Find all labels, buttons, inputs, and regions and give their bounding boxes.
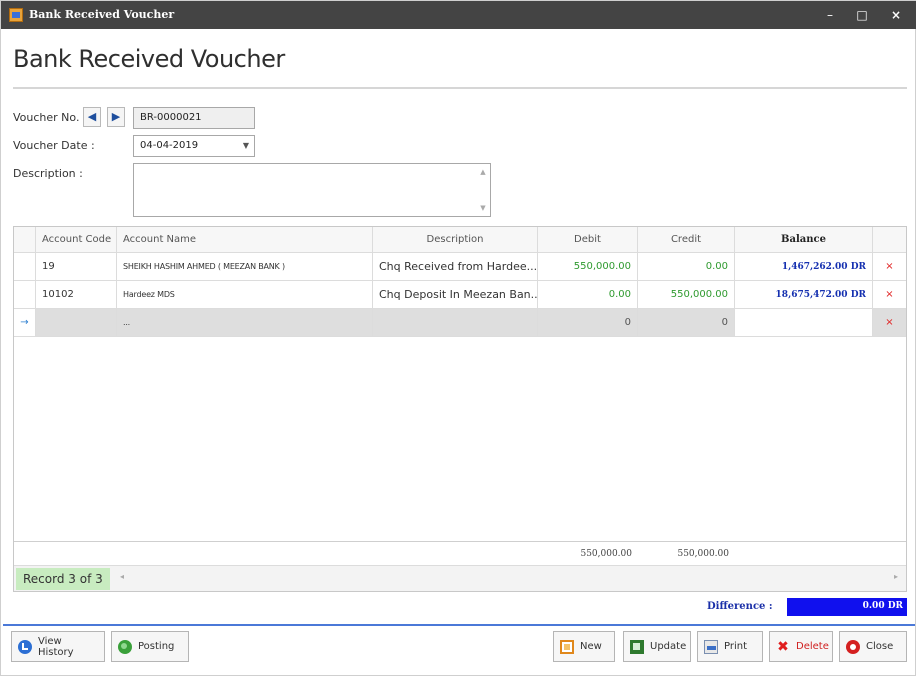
record-counter: Record 3 of 3 [16, 568, 110, 590]
scroll-right-icon[interactable]: ▸ [894, 572, 898, 581]
difference-label: Difference : [707, 601, 773, 612]
voucher-no-field[interactable]: BR-0000021 [133, 107, 255, 129]
balance-cell: 1,467,262.00 DR [735, 253, 873, 280]
column-header-debit[interactable]: Debit [538, 227, 638, 252]
view-history-button[interactable]: View History [11, 631, 105, 662]
scroll-down-icon[interactable]: ▼ [479, 204, 487, 212]
credit-total: 550,000.00 [677, 548, 729, 559]
account-name-cell[interactable]: ... [117, 309, 373, 336]
voucher-grid: Account Code Account Name Description De… [13, 226, 907, 592]
print-button[interactable]: Print [697, 631, 763, 662]
column-header-description[interactable]: Description [373, 227, 538, 252]
description-textarea[interactable]: ▲ ▼ [133, 163, 491, 217]
delete-row-icon[interactable]: × [873, 281, 906, 308]
account-name-cell[interactable]: Hardeez MDS [117, 281, 373, 308]
totals-row: 550,000.00 550,000.00 [14, 541, 906, 565]
column-header-balance[interactable]: Balance [735, 227, 873, 252]
account-code-cell[interactable] [36, 309, 117, 336]
title-bar: Bank Received Voucher – □ × [1, 1, 916, 29]
account-name-cell[interactable]: SHEIKH HASHIM AHMED ( MEEZAN BANK ) [117, 253, 373, 280]
debit-cell[interactable]: 550,000.00 [538, 253, 638, 280]
update-icon [630, 639, 644, 654]
debit-total: 550,000.00 [580, 548, 632, 559]
close-circle-icon [846, 639, 860, 654]
current-row-arrow-icon: → [20, 317, 29, 328]
posting-label: Posting [138, 641, 175, 652]
chevron-down-icon[interactable]: ▼ [243, 141, 249, 150]
credit-cell[interactable]: 0 [638, 309, 735, 336]
debit-cell[interactable]: 0 [538, 309, 638, 336]
posting-button[interactable]: Posting [111, 631, 189, 662]
voucher-date-value: 04-04-2019 [140, 140, 199, 151]
table-row[interactable]: 19 SHEIKH HASHIM AHMED ( MEEZAN BANK ) C… [14, 253, 906, 281]
footer-divider [3, 624, 915, 626]
header-delete-cell [873, 227, 906, 252]
credit-cell[interactable]: 550,000.00 [638, 281, 735, 308]
column-header-credit[interactable]: Credit [638, 227, 735, 252]
update-button[interactable]: Update [623, 631, 691, 662]
scroll-up-icon[interactable]: ▲ [479, 168, 487, 176]
maximize-button[interactable]: □ [851, 5, 873, 25]
description-cell[interactable] [373, 309, 538, 336]
new-label: New [580, 641, 602, 652]
description-cell[interactable]: Chq Deposit In Meezan Ban... [373, 281, 538, 308]
view-history-label: View History [38, 635, 74, 658]
column-header-account-name[interactable]: Account Name [117, 227, 373, 252]
posting-icon [118, 639, 132, 654]
grid-header-row: Account Code Account Name Description De… [14, 227, 906, 253]
row-indicator-cell [14, 253, 36, 280]
print-label: Print [724, 641, 748, 652]
grid-footer-scrollbar[interactable]: Record 3 of 3 ◂ ▸ [14, 565, 906, 591]
window-title: Bank Received Voucher [29, 8, 175, 21]
update-label: Update [650, 641, 687, 652]
row-indicator-cell: → [14, 309, 36, 336]
history-icon [18, 639, 32, 654]
new-document-icon [560, 639, 574, 654]
voucher-date-label: Voucher Date : [13, 139, 95, 152]
scroll-left-icon[interactable]: ◂ [120, 572, 124, 581]
close-label: Close [866, 641, 894, 652]
page-title: Bank Received Voucher [13, 45, 285, 73]
debit-cell[interactable]: 0.00 [538, 281, 638, 308]
table-row[interactable]: 10102 Hardeez MDS Chq Deposit In Meezan … [14, 281, 906, 309]
delete-row-icon[interactable]: × [873, 253, 906, 280]
voucher-no-label: Voucher No. [13, 111, 80, 124]
delete-label: Delete [796, 641, 829, 652]
delete-row-icon[interactable]: × [873, 309, 906, 336]
new-button[interactable]: New [553, 631, 615, 662]
voucher-date-picker[interactable]: 04-04-2019 ▼ [133, 135, 255, 157]
description-cell[interactable]: Chq Received from Hardee... [373, 253, 538, 280]
first-record-button[interactable]: ◀ [83, 107, 101, 127]
difference-value: 0.00 DR [787, 598, 907, 616]
minimize-button[interactable]: – [819, 5, 841, 25]
heading-divider [13, 87, 907, 89]
last-record-button[interactable]: ▶ [107, 107, 125, 127]
row-indicator-cell [14, 281, 36, 308]
description-label: Description : [13, 167, 83, 180]
account-code-cell[interactable]: 19 [36, 253, 117, 280]
close-button[interactable]: Close [839, 631, 907, 662]
balance-cell [735, 309, 873, 336]
new-entry-row[interactable]: → ... 0 0 × [14, 309, 906, 337]
column-header-account-code[interactable]: Account Code [36, 227, 117, 252]
app-icon [9, 8, 23, 22]
print-icon [704, 639, 718, 654]
delete-button[interactable]: ✖ Delete [769, 631, 833, 662]
close-window-button[interactable]: × [885, 5, 907, 25]
balance-cell: 18,675,472.00 DR [735, 281, 873, 308]
credit-cell[interactable]: 0.00 [638, 253, 735, 280]
voucher-window: Bank Received Voucher – □ × Bank Receive… [0, 0, 916, 676]
header-indicator-cell [14, 227, 36, 252]
delete-x-icon: ✖ [777, 638, 789, 655]
account-code-cell[interactable]: 10102 [36, 281, 117, 308]
